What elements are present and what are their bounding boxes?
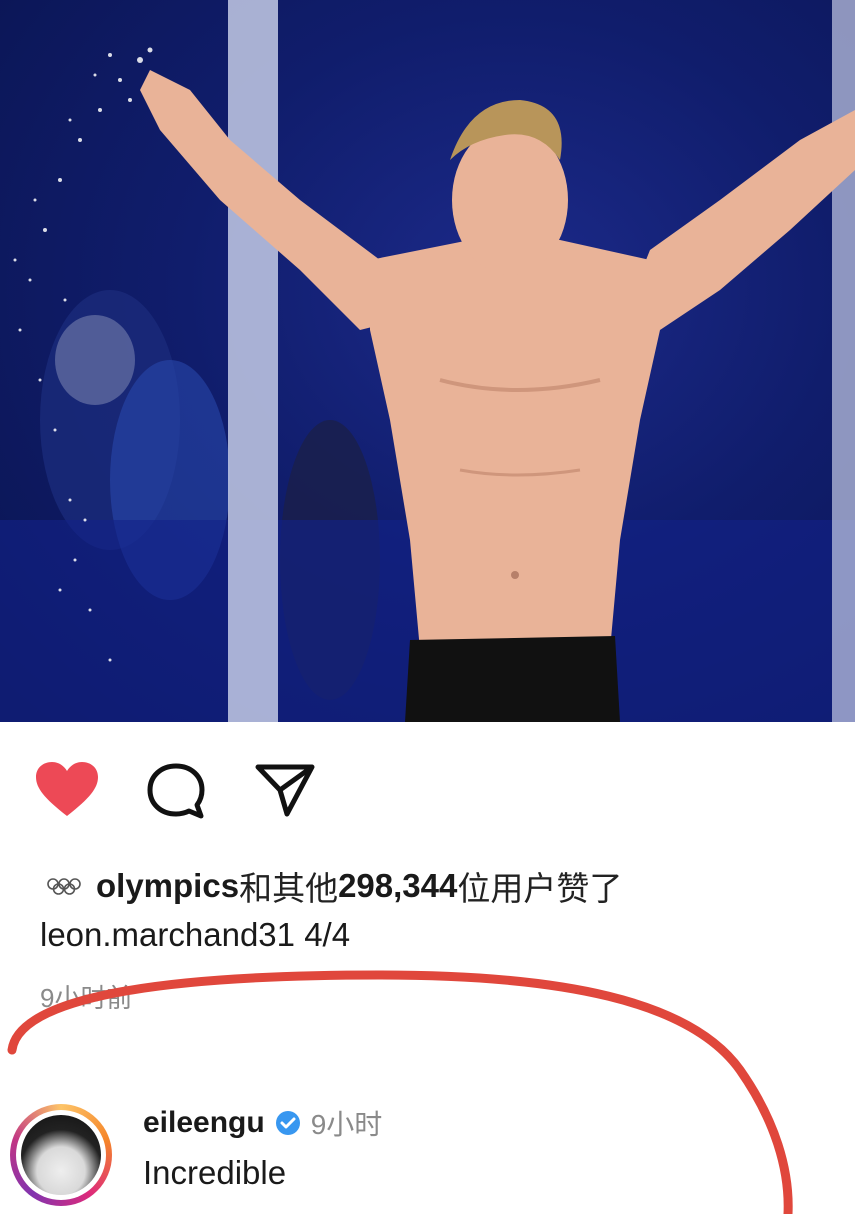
likes-suffix-text: 位用户赞了 (457, 870, 623, 907)
caption-username[interactable]: leon.marchand31 (40, 916, 295, 953)
likes-count[interactable]: 298,344 (338, 867, 457, 905)
comment-text: Incredible (143, 1154, 287, 1191)
verified-badge-icon (275, 1111, 300, 1135)
comment-username[interactable]: eileengu (143, 1106, 265, 1140)
likes-summary: olympics 和其他 298,344 位用户赞了 (46, 862, 622, 910)
olympic-rings-icon (47, 878, 81, 895)
post-photo[interactable] (0, 0, 855, 722)
heart-filled-icon[interactable] (34, 760, 100, 818)
comment-bubble-icon[interactable] (146, 762, 206, 820)
post-timestamp: 9小时前 (40, 983, 133, 1013)
likes-connector-text: 和其他 (239, 870, 339, 907)
comment-timestamp: 9小时 (310, 1109, 383, 1140)
liked-by-username[interactable]: olympics (96, 867, 239, 905)
paper-plane-icon[interactable] (254, 762, 316, 818)
avatar[interactable] (10, 1104, 112, 1206)
comment-header: eileengu 9小时 (143, 1103, 382, 1143)
post-caption: leon.marchand31 4/4 (40, 916, 350, 954)
caption-text: 4/4 (304, 916, 351, 953)
swimmer-photo-illustration (0, 0, 855, 722)
post-action-bar (0, 722, 855, 842)
